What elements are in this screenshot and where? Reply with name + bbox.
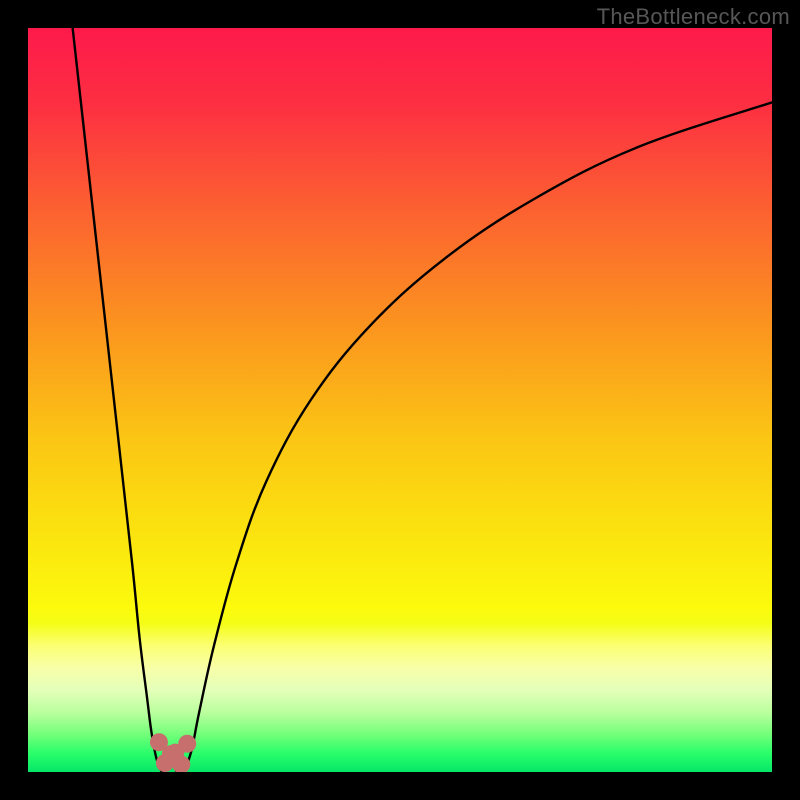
chart-canvas [28,28,772,772]
marker-point [178,735,196,753]
watermark-text: TheBottleneck.com [597,4,790,30]
plot-area [28,28,772,772]
outer-frame: TheBottleneck.com [0,0,800,800]
